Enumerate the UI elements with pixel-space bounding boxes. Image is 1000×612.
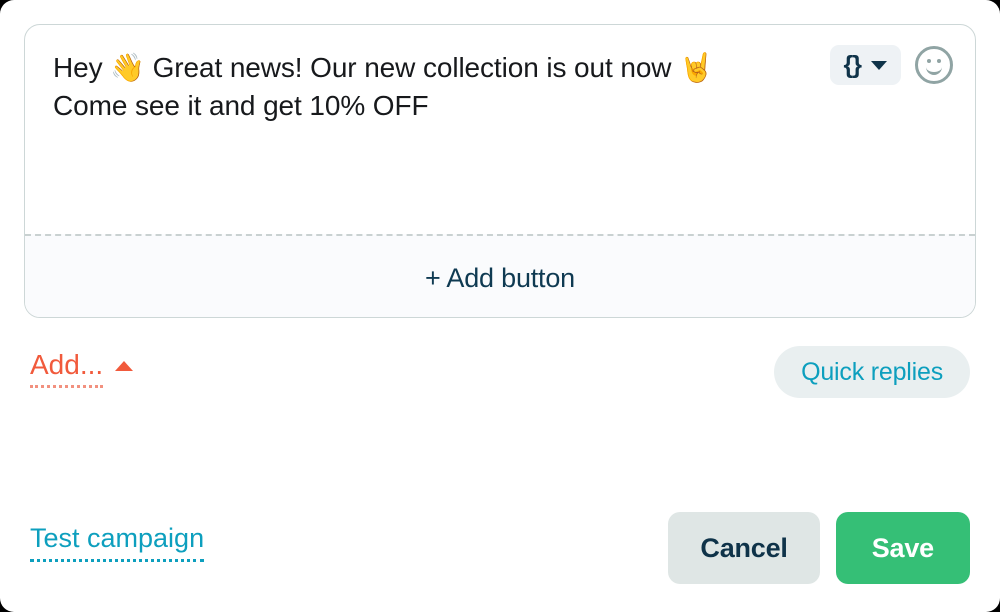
emoji-eye-right: [937, 59, 941, 63]
test-campaign-link[interactable]: Test campaign: [30, 523, 205, 562]
message-textarea[interactable]: Hey 👋 Great news! Our new collection is …: [53, 49, 813, 125]
chevron-down-icon: [871, 60, 887, 70]
quick-replies-button[interactable]: Quick replies: [774, 346, 970, 398]
save-button[interactable]: Save: [835, 512, 970, 584]
add-dropdown-link[interactable]: Add...: [30, 349, 134, 388]
emoji-eye-left: [927, 59, 931, 63]
braces-icon: {}: [843, 50, 862, 79]
insert-variable-button[interactable]: {}: [829, 45, 901, 85]
add-dropdown-label: Add...: [30, 349, 104, 388]
campaign-editor-page: Hey 👋 Great news! Our new collection is …: [0, 0, 1000, 612]
caret-up-icon: [115, 360, 134, 371]
emoji-smiley-icon[interactable]: [915, 46, 953, 84]
cancel-button[interactable]: Cancel: [668, 512, 820, 584]
emoji-mouth: [926, 64, 942, 75]
add-button-label: + Add button: [425, 262, 575, 293]
secondary-controls-row: Add... Quick replies: [30, 346, 970, 400]
message-composer-card: Hey 👋 Great news! Our new collection is …: [24, 24, 976, 318]
footer-buttons: Cancel Save: [668, 512, 970, 584]
add-button-dropzone[interactable]: + Add button: [25, 234, 975, 317]
composer-body: Hey 👋 Great news! Our new collection is …: [25, 25, 975, 234]
footer-actions-row: Test campaign Cancel Save: [30, 512, 970, 584]
composer-toolbar: {}: [829, 45, 953, 85]
